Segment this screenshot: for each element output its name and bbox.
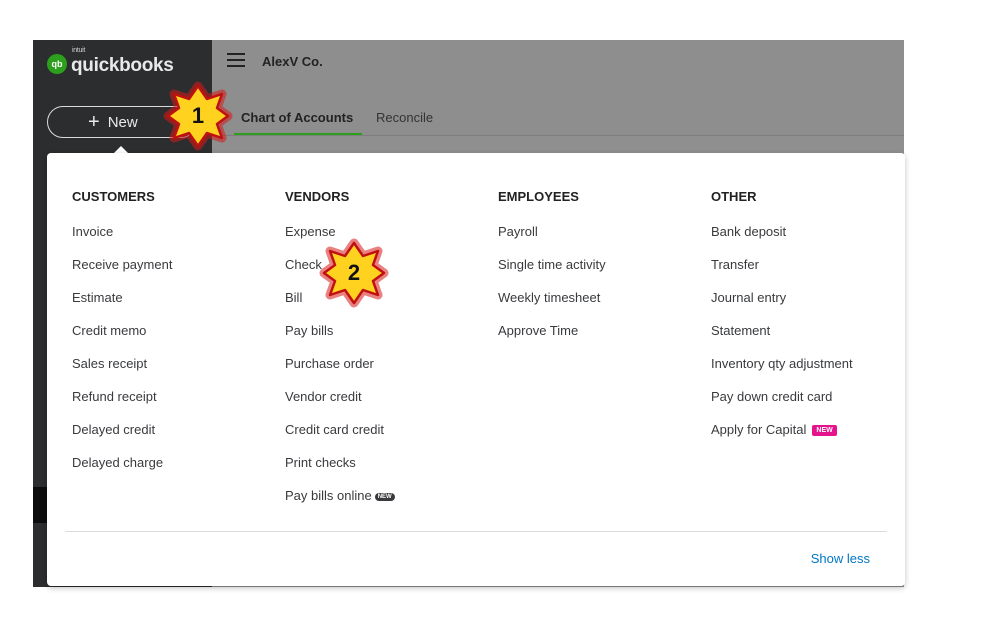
menu-item-approve-time[interactable]: Approve Time (498, 323, 606, 356)
menu-column-employees: EMPLOYEES Payroll Single time activity W… (498, 189, 606, 356)
menu-item-receive-payment[interactable]: Receive payment (72, 257, 172, 290)
callout-number: 1 (191, 103, 205, 128)
menu-column-customers: CUSTOMERS Invoice Receive payment Estima… (72, 189, 172, 488)
menu-item-label: Pay bills online (285, 488, 372, 503)
logo-intuit-text: intuit (72, 47, 85, 54)
new-badge: NEW (812, 425, 837, 437)
quickbooks-logo[interactable]: qb intuit quickbooks (47, 47, 174, 77)
quickbooks-logo-icon: qb (47, 54, 67, 74)
menu-item-statement[interactable]: Statement (711, 323, 853, 356)
menu-item-print-checks[interactable]: Print checks (285, 455, 395, 488)
menu-item-inventory-qty-adjustment[interactable]: Inventory qty adjustment (711, 356, 853, 389)
step-callout-1: 1 (161, 79, 235, 153)
menu-item-transfer[interactable]: Transfer (711, 257, 853, 290)
new-button-label: New (107, 113, 138, 131)
show-less-link[interactable]: Show less (811, 551, 870, 566)
callout-number: 2 (347, 260, 361, 285)
dropdown-divider (65, 531, 887, 532)
menu-item-weekly-timesheet[interactable]: Weekly timesheet (498, 290, 606, 323)
menu-item-pay-bills[interactable]: Pay bills (285, 323, 395, 356)
menu-item-credit-card-credit[interactable]: Credit card credit (285, 422, 395, 455)
logo-wordmark: quickbooks (71, 55, 174, 76)
menu-item-vendor-credit[interactable]: Vendor credit (285, 389, 395, 422)
column-heading: OTHER (711, 189, 757, 204)
dropdown-caret (114, 146, 128, 153)
hamburger-menu-icon[interactable] (227, 53, 245, 67)
column-heading: VENDORS (285, 189, 350, 204)
column-heading: CUSTOMERS (72, 189, 155, 204)
menu-item-pay-bills-online[interactable]: Pay bills online NEW (285, 488, 395, 521)
menu-item-sales-receipt[interactable]: Sales receipt (72, 356, 172, 389)
menu-item-purchase-order[interactable]: Purchase order (285, 356, 395, 389)
menu-item-label: Apply for Capital (711, 422, 807, 437)
menu-item-estimate[interactable]: Estimate (72, 290, 172, 323)
plus-icon: + (88, 111, 100, 133)
menu-item-refund-receipt[interactable]: Refund receipt (72, 389, 172, 422)
company-name: AlexV Co. (262, 54, 323, 69)
menu-item-credit-memo[interactable]: Credit memo (72, 323, 172, 356)
menu-item-delayed-credit[interactable]: Delayed credit (72, 422, 172, 455)
column-heading: EMPLOYEES (498, 189, 579, 204)
menu-item-bank-deposit[interactable]: Bank deposit (711, 224, 853, 257)
step-callout-2: 2 (317, 236, 391, 310)
menu-item-delayed-charge[interactable]: Delayed charge (72, 455, 172, 488)
menu-item-payroll[interactable]: Payroll (498, 224, 606, 257)
new-badge: NEW (374, 492, 395, 501)
menu-item-journal-entry[interactable]: Journal entry (711, 290, 853, 323)
top-bar: AlexV Co. Chart of Accounts Reconcile (212, 40, 904, 136)
menu-item-single-time-activity[interactable]: Single time activity (498, 257, 606, 290)
menu-column-other: OTHER Bank deposit Transfer Journal entr… (711, 189, 853, 455)
tab-reconcile[interactable]: Reconcile (376, 110, 433, 136)
tab-divider (212, 135, 904, 136)
menu-item-invoice[interactable]: Invoice (72, 224, 172, 257)
menu-item-pay-down-credit-card[interactable]: Pay down credit card (711, 389, 853, 422)
new-menu-dropdown: CUSTOMERS Invoice Receive payment Estima… (47, 153, 905, 586)
menu-item-apply-for-capital[interactable]: Apply for Capital NEW (711, 422, 853, 455)
